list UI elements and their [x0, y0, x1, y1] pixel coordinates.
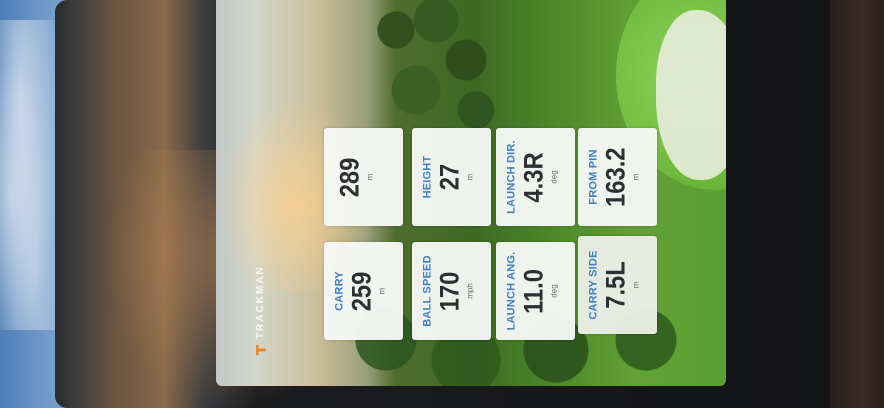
stat-unit: m [377, 287, 386, 295]
stat-tile-height[interactable]: HEIGHT 27 m [412, 128, 491, 226]
stat-tile-ball-speed[interactable]: BALL SPEED 170 mph [412, 242, 491, 340]
stat-tile-launch-angle[interactable]: LAUNCH ANG. 11.0 deg [496, 242, 575, 340]
stat-tile-carry[interactable]: CARRY 259 m [324, 242, 403, 340]
stat-unit: m [465, 173, 474, 181]
stat-label: FROM PIN [587, 149, 599, 205]
stat-label: CARRY SIDE [587, 250, 599, 320]
stat-tile-launch-direction[interactable]: LAUNCH DIR. 4.3R deg [496, 128, 575, 226]
background-floor [830, 0, 884, 408]
stat-unit: mph [465, 283, 474, 299]
stat-label: BALL SPEED [421, 255, 433, 327]
stat-tile-from-pin[interactable]: FROM PIN 163.2 m [578, 128, 657, 226]
trackman-logo-icon [256, 345, 266, 355]
stat-tile-carry-side[interactable]: CARRY SIDE 7.5L m [578, 236, 657, 334]
stat-label: CARRY [333, 271, 345, 311]
photo-scene: TRACKMAN CARRY 259 m 289 m BALL SPEED 17… [0, 0, 884, 408]
stat-unit: m [631, 281, 640, 289]
stat-value: 289 [334, 157, 364, 197]
stat-value: 11.0 [518, 268, 548, 314]
stat-label: LAUNCH DIR. [505, 140, 517, 214]
sky-background [0, 20, 58, 330]
stat-value: 7.5L [600, 261, 630, 309]
stat-value: 4.3R [518, 151, 548, 203]
stat-tile-total[interactable]: 289 m [324, 128, 403, 226]
course-trees [366, 0, 496, 130]
brand-name: TRACKMAN [255, 265, 266, 339]
stat-unit: deg [549, 170, 558, 184]
stat-label: LAUNCH ANG. [505, 251, 517, 331]
stat-value: 170 [434, 271, 464, 311]
stat-label: HEIGHT [421, 155, 433, 199]
stat-unit: deg [549, 284, 558, 298]
stat-value: 259 [346, 271, 376, 311]
brand-badge: TRACKMAN [255, 265, 266, 355]
stat-value: 163.2 [600, 147, 630, 207]
stat-value: 27 [434, 163, 464, 191]
stat-unit: m [631, 173, 640, 181]
stat-unit: m [365, 173, 374, 181]
